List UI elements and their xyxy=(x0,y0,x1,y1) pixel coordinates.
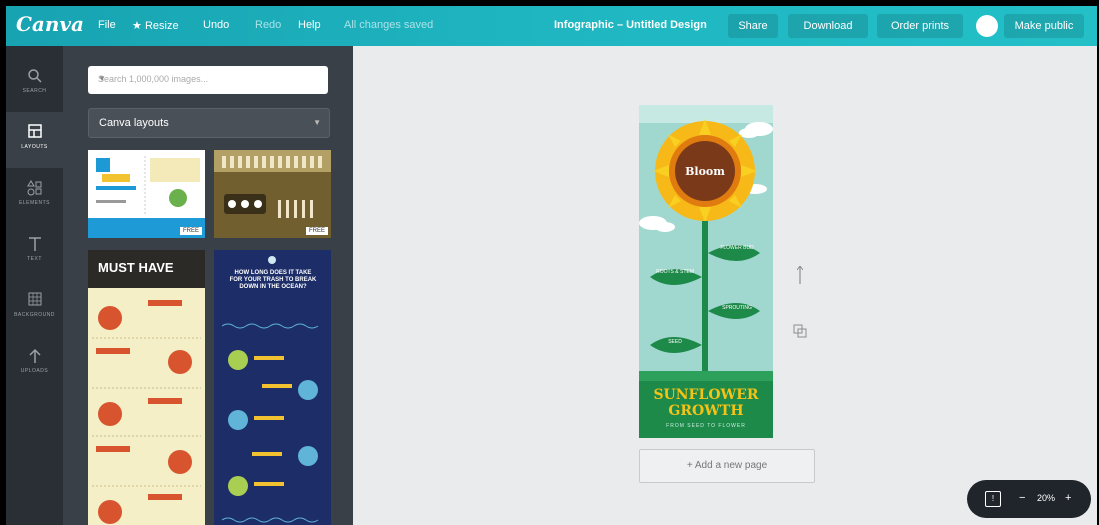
sidebar-label: TEXT xyxy=(27,256,42,262)
add-page-button[interactable]: + Add a new page xyxy=(639,449,815,483)
order-prints-button[interactable]: Order prints xyxy=(877,14,963,38)
sidebar-item-layouts[interactable]: LAYOUTS xyxy=(6,112,63,168)
layouts-dropdown-value: Canva layouts xyxy=(99,117,169,129)
layouts-panel: Search 1,000,000 images... ▼ Canva layou… xyxy=(63,46,353,525)
crown-icon: ★ xyxy=(132,20,142,32)
thumbnail-art xyxy=(88,250,205,525)
sidebar-item-text[interactable]: TEXT xyxy=(6,224,63,280)
layout-thumbnail[interactable]: FREE xyxy=(214,150,331,238)
design-title[interactable]: Infographic – Untitled Design xyxy=(554,19,707,31)
free-badge: FREE xyxy=(179,227,202,235)
make-public-button[interactable]: Make public xyxy=(1004,14,1084,38)
zoom-out-button[interactable]: − xyxy=(1019,492,1025,504)
bloom-label: Bloom xyxy=(685,165,725,178)
sidebar-label: LAYOUTS xyxy=(21,144,48,150)
thumbnail-title: MUST HAVE xyxy=(98,260,174,275)
download-button[interactable]: Download xyxy=(788,14,868,38)
layout-thumbnail[interactable]: MUST HAVE xyxy=(88,250,205,525)
sidebar-label: UPLOADS xyxy=(20,368,49,374)
menu-resize[interactable]: ★ Resize xyxy=(132,19,179,32)
free-badge: FREE xyxy=(305,227,328,235)
layouts-dropdown[interactable]: Canva layouts ▼ xyxy=(88,108,330,138)
sidebar-label: BACKGROUND xyxy=(14,312,55,318)
chevron-down-icon: ▼ xyxy=(98,74,106,83)
design-page[interactable]: Bloom FLOWER BUD ROOTS & STEM SPROUTING … xyxy=(639,105,773,438)
design-canvas: Bloom FLOWER BUD ROOTS & STEM SPROUTING … xyxy=(353,46,1097,525)
sidebar-label: SEARCH xyxy=(22,88,47,94)
menu-redo[interactable]: Redo xyxy=(255,19,281,31)
sidebar-item-background[interactable]: BACKGROUND xyxy=(6,280,63,336)
sidebar-item-elements[interactable]: ELEMENTS xyxy=(6,168,63,224)
design-title-line2: GROWTH xyxy=(668,403,744,419)
help-icon[interactable]: ! xyxy=(985,491,1001,507)
thumbnail-art xyxy=(214,250,331,525)
search-icon xyxy=(26,68,44,86)
menu-undo[interactable]: Undo xyxy=(203,19,229,31)
menu-help[interactable]: Help xyxy=(298,19,321,31)
left-sidebar: SEARCH LAYOUTS ELEMENTS TEXT BACKGROUND xyxy=(6,46,63,525)
save-status: All changes saved xyxy=(344,19,434,31)
design-subtitle: FROM SEED TO FLOWER xyxy=(666,423,746,429)
zoom-level[interactable]: 20% xyxy=(1037,493,1055,503)
background-icon xyxy=(26,292,44,310)
elements-icon xyxy=(26,180,44,198)
move-handle-icon[interactable] xyxy=(796,265,804,287)
layout-thumbnail[interactable]: FREE xyxy=(88,150,205,238)
layouts-icon xyxy=(26,124,44,142)
sidebar-label: ELEMENTS xyxy=(19,200,50,206)
menu-file[interactable]: File xyxy=(98,19,116,31)
thumbnail-art xyxy=(88,150,205,238)
copy-page-icon[interactable] xyxy=(793,324,807,341)
zoom-bar: ! − 20% + xyxy=(967,480,1091,518)
upload-icon xyxy=(26,348,44,366)
image-search-input[interactable]: Search 1,000,000 images... ▼ xyxy=(88,66,328,94)
zoom-in-button[interactable]: + xyxy=(1065,492,1071,504)
text-icon xyxy=(26,236,44,254)
avatar[interactable] xyxy=(976,15,998,37)
leaf-label: SEED xyxy=(668,339,682,345)
leaf-label: FLOWER BUD xyxy=(720,245,754,251)
thumbnail-art xyxy=(214,150,331,238)
canva-logo[interactable]: Canva xyxy=(16,12,84,36)
leaf-label: SPROUTING xyxy=(722,305,752,311)
leaf-label: ROOTS & STEM xyxy=(656,269,694,275)
sidebar-item-search[interactable]: SEARCH xyxy=(6,56,63,112)
chevron-down-icon: ▼ xyxy=(313,118,321,127)
design-title-line1: SUNFLOWER xyxy=(653,387,759,403)
layout-thumbnail[interactable]: HOW LONG DOES IT TAKE FOR YOUR TRASH TO … xyxy=(214,250,331,525)
thumbnail-title: HOW LONG DOES IT TAKE FOR YOUR TRASH TO … xyxy=(229,270,317,290)
canva-editor: Canva File ★ Resize Undo Redo Help All c… xyxy=(6,6,1097,525)
sidebar-item-uploads[interactable]: UPLOADS xyxy=(6,336,63,392)
top-bar: Canva File ★ Resize Undo Redo Help All c… xyxy=(6,6,1097,46)
share-button[interactable]: Share xyxy=(728,14,778,38)
